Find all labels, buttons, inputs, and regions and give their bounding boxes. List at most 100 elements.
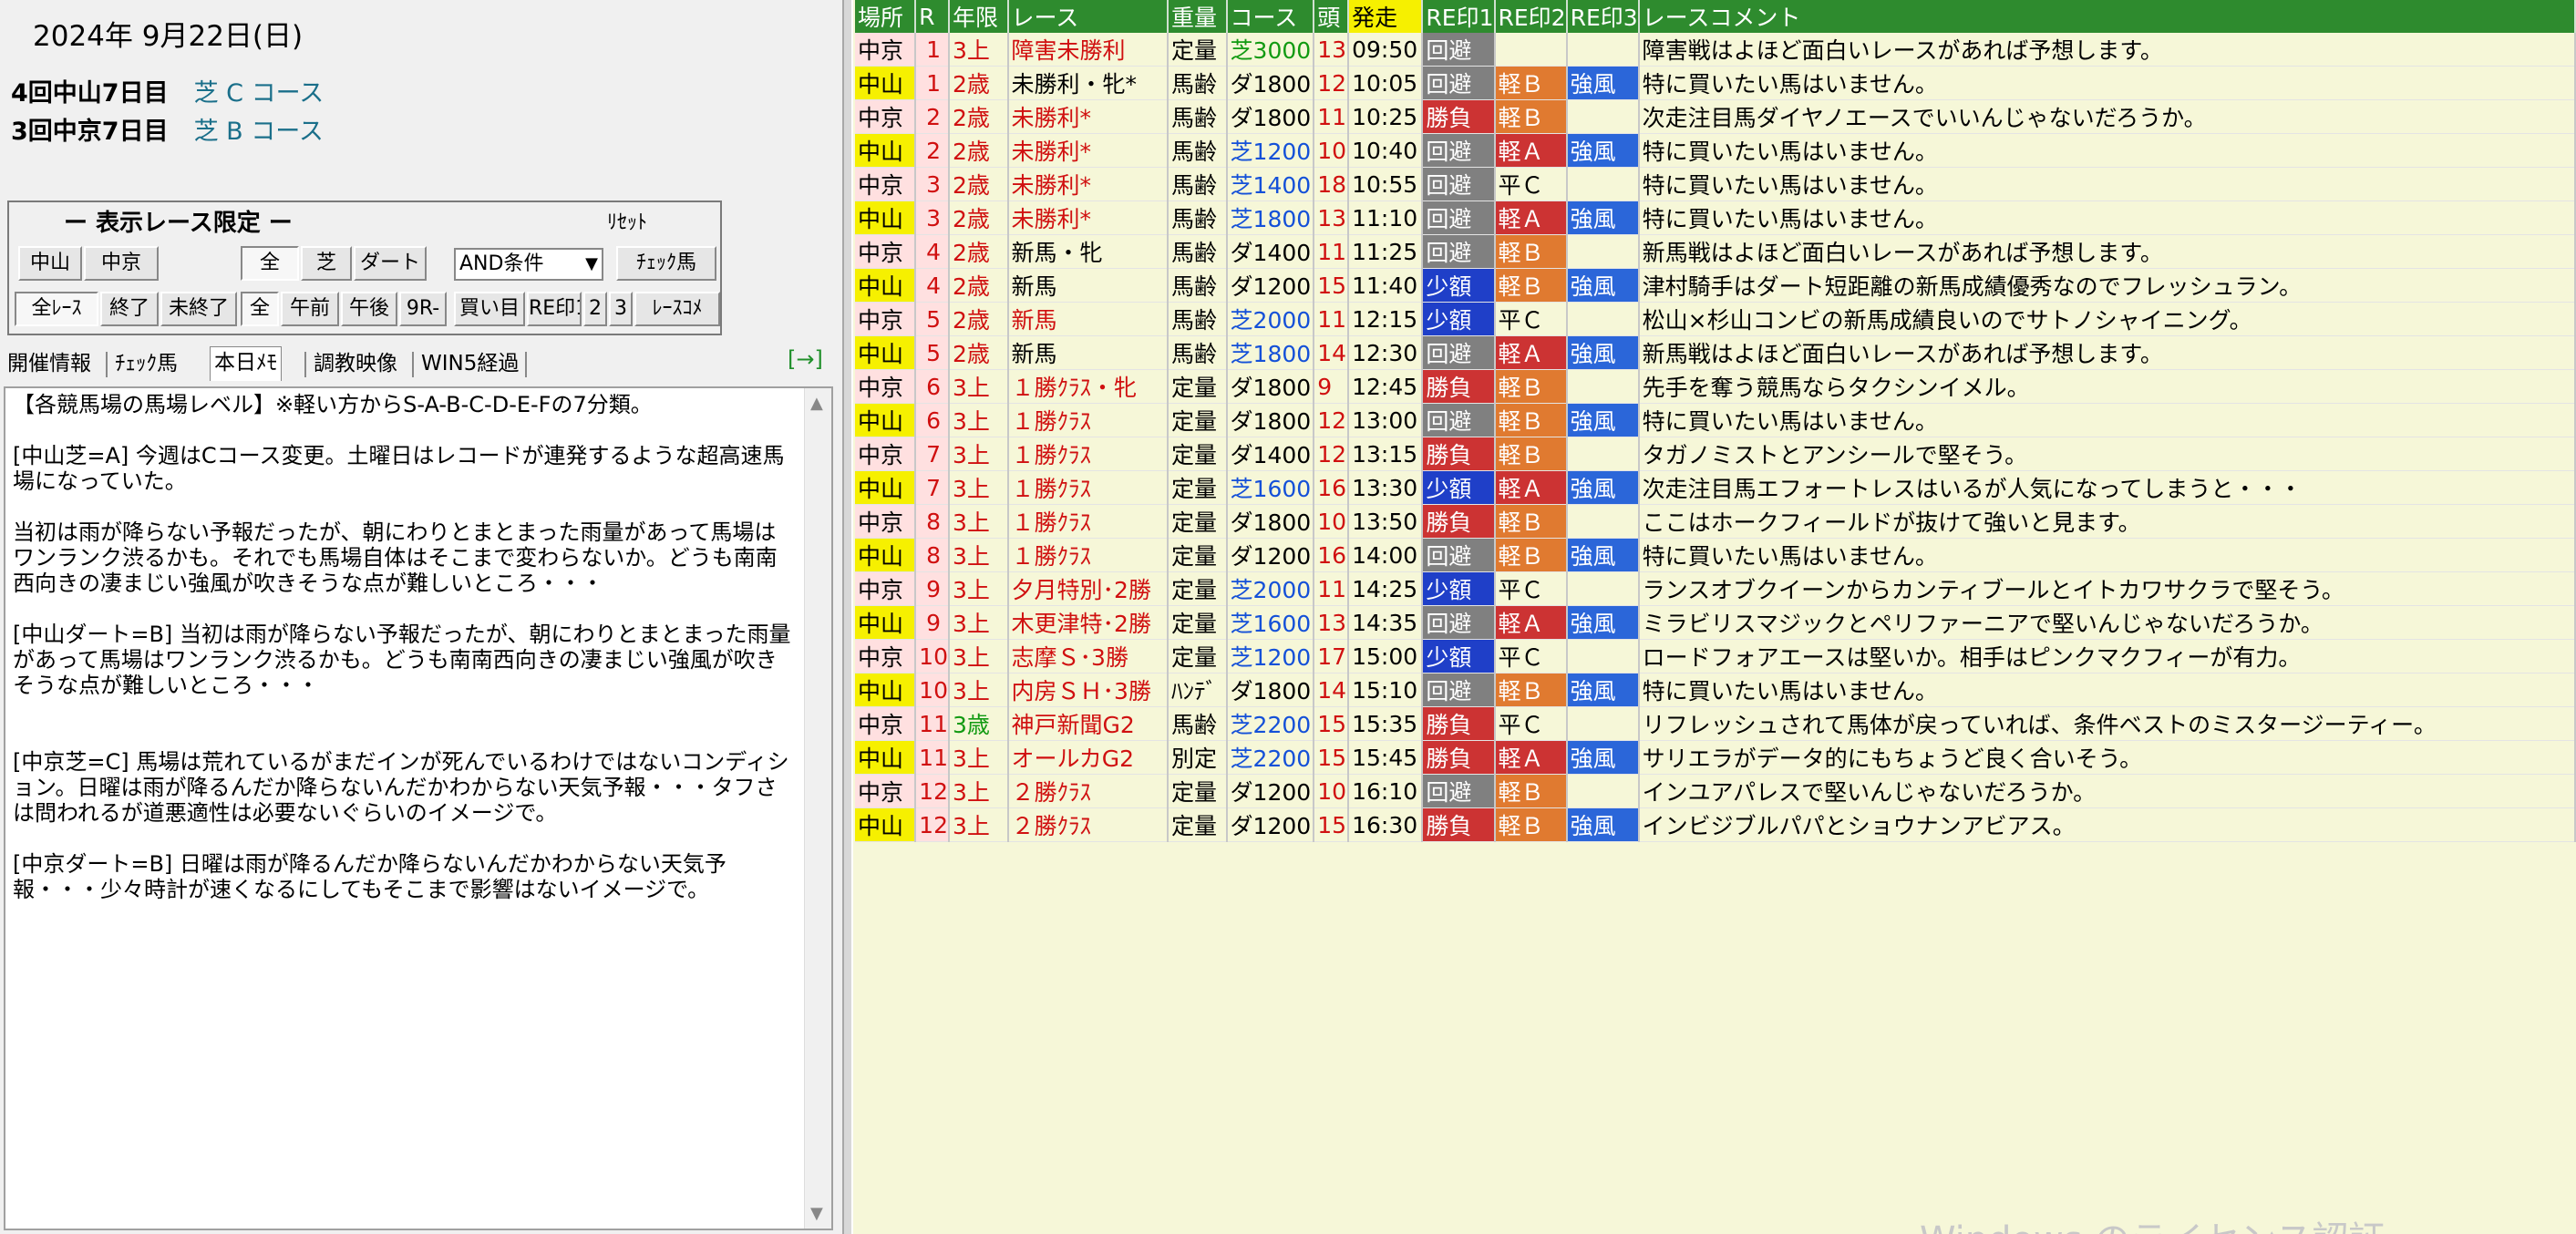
place-cell[interactable]: 中山 <box>855 403 917 437</box>
heads-cell[interactable]: 11 <box>1314 571 1350 606</box>
race-name-cell[interactable]: 新馬 <box>1007 268 1169 303</box>
course-cell[interactable]: ダ1200 <box>1226 538 1315 572</box>
age-cell[interactable]: 2歳 <box>948 66 1009 100</box>
table-row[interactable]: 中京 7 3上 １勝ｸﾗｽ 定量 ダ1400 12 13:15 勝負 軽Ｂ タガノミストとアンシール… <box>855 437 2576 471</box>
mark1-cell[interactable]: 回避 <box>1422 538 1496 572</box>
mark2-button[interactable]: 2 <box>583 292 607 326</box>
weight-cell[interactable]: 定量 <box>1167 538 1228 572</box>
start-time-cell[interactable]: 14:00 <box>1348 538 1424 572</box>
age-cell[interactable]: 3上 <box>948 774 1009 808</box>
filter-turf-button[interactable]: 芝 <box>301 246 352 281</box>
check-horse-button[interactable]: ﾁｪｯｸ馬 <box>616 246 716 281</box>
mark2-cell[interactable]: 軽Ｂ <box>1494 268 1568 303</box>
race-number-cell[interactable]: 6 <box>915 403 950 437</box>
column-header[interactable]: 重量 <box>1167 0 1228 33</box>
column-header[interactable]: 頭 <box>1314 0 1350 33</box>
place-cell[interactable]: 中山 <box>855 538 917 572</box>
age-cell[interactable]: 2歳 <box>948 201 1009 235</box>
place-cell[interactable]: 中京 <box>855 437 917 471</box>
age-cell[interactable]: 3上 <box>948 437 1009 471</box>
course-cell[interactable]: 芝1600 <box>1226 470 1315 505</box>
weight-cell[interactable]: 定量 <box>1167 504 1228 539</box>
start-time-cell[interactable]: 12:30 <box>1348 335 1424 370</box>
age-cell[interactable]: 2歳 <box>948 167 1009 201</box>
mark1-cell[interactable]: 回避 <box>1422 201 1496 235</box>
course-cell[interactable]: ダ1800 <box>1226 99 1315 134</box>
race-number-cell[interactable]: 3 <box>915 167 950 201</box>
mark2-cell[interactable]: 軽Ａ <box>1494 605 1568 640</box>
age-cell[interactable]: 2歳 <box>948 234 1009 269</box>
mark3-cell[interactable] <box>1566 639 1640 674</box>
age-cell[interactable]: 3歳 <box>948 706 1009 741</box>
race-comment-cell[interactable]: 津村騎手はダート短距離の新馬成績優秀なのでフレッシュラン。 <box>1638 268 2576 303</box>
mark2-cell[interactable]: 平Ｃ <box>1494 167 1568 201</box>
mark3-cell[interactable]: 強風 <box>1566 201 1640 235</box>
race-comment-cell[interactable]: ここはホークフィールドが抜けて強いと見ます。 <box>1638 504 2576 539</box>
start-time-cell[interactable]: 10:55 <box>1348 167 1424 201</box>
place-cell[interactable]: 中京 <box>855 302 917 336</box>
weight-cell[interactable]: 馬齢 <box>1167 133 1228 168</box>
weight-cell[interactable]: 定量 <box>1167 639 1228 674</box>
heads-cell[interactable]: 10 <box>1314 774 1350 808</box>
place-cell[interactable]: 中京 <box>855 504 917 539</box>
place-cell[interactable]: 中山 <box>855 133 917 168</box>
mark1-cell[interactable]: 回避 <box>1422 234 1496 269</box>
race-number-cell[interactable]: 5 <box>915 335 950 370</box>
race-name-cell[interactable]: 障害未勝利 <box>1007 33 1169 67</box>
age-cell[interactable]: 3上 <box>948 504 1009 539</box>
weight-cell[interactable]: 馬齢 <box>1167 99 1228 134</box>
mark2-cell[interactable]: 平Ｃ <box>1494 302 1568 336</box>
start-time-cell[interactable]: 13:30 <box>1348 470 1424 505</box>
race-number-cell[interactable]: 7 <box>915 470 950 505</box>
course-cell[interactable]: ダ1200 <box>1226 774 1315 808</box>
table-row[interactable]: 中山 7 3上 １勝ｸﾗｽ 定量 芝1600 16 13:30 少額 軽Ａ 強風 次走注目馬エフォート… <box>855 470 2576 505</box>
mark3-cell[interactable]: 強風 <box>1566 470 1640 505</box>
weight-cell[interactable]: 定量 <box>1167 403 1228 437</box>
race-number-cell[interactable]: 3 <box>915 201 950 235</box>
mark3-cell[interactable] <box>1566 99 1640 134</box>
mark1-button[interactable]: RE印1 <box>527 292 582 326</box>
course-cell[interactable]: ダ1800 <box>1226 369 1315 404</box>
race-name-cell[interactable]: 内房ＳＨ･3勝 <box>1007 673 1169 707</box>
heads-cell[interactable]: 17 <box>1314 639 1350 674</box>
mark3-cell[interactable] <box>1566 774 1640 808</box>
race-number-cell[interactable]: 4 <box>915 234 950 269</box>
weight-cell[interactable]: 定量 <box>1167 571 1228 606</box>
race9-plus-button[interactable]: 9R- <box>399 292 447 326</box>
start-time-cell[interactable]: 12:15 <box>1348 302 1424 336</box>
start-time-cell[interactable]: 13:15 <box>1348 437 1424 471</box>
mark3-button[interactable]: 3 <box>609 292 633 326</box>
race-name-cell[interactable]: ２勝ｸﾗｽ <box>1007 807 1169 842</box>
course-cell[interactable]: 芝2200 <box>1226 706 1315 741</box>
race-comment-cell[interactable]: 特に買いたい馬はいません。 <box>1638 201 2576 235</box>
table-row[interactable]: 中京 10 3上 志摩Ｓ･3勝 定量 芝1200 17 15:00 少額 平Ｃ ロードフォアエースは… <box>855 639 2576 674</box>
race-number-cell[interactable]: 1 <box>915 66 950 100</box>
place-cell[interactable]: 中山 <box>855 807 917 842</box>
heads-cell[interactable]: 16 <box>1314 538 1350 572</box>
race-number-cell[interactable]: 8 <box>915 538 950 572</box>
weight-cell[interactable]: 馬齢 <box>1167 167 1228 201</box>
scroll-down-icon[interactable]: ▼ <box>810 1204 823 1223</box>
course-cell[interactable]: 芝2000 <box>1226 571 1315 606</box>
mark3-cell[interactable] <box>1566 33 1640 67</box>
table-row[interactable]: 中京 6 3上 １勝ｸﾗｽ・牝 定量 ダ1800 9 12:45 勝負 軽Ｂ 先手を奪う競馬ならタク… <box>855 369 2576 404</box>
table-row[interactable]: 中京 8 3上 １勝ｸﾗｽ 定量 ダ1800 10 13:50 勝負 軽Ｂ ここはホークフィールドが… <box>855 504 2576 539</box>
mark2-cell[interactable]: 軽Ａ <box>1494 740 1568 775</box>
venue-row-chukyo[interactable]: 3回中京7日目芝 B コース <box>11 111 324 147</box>
mark1-cell[interactable]: 回避 <box>1422 774 1496 808</box>
weight-cell[interactable]: 定量 <box>1167 470 1228 505</box>
condition-select[interactable]: AND条件 ▼ <box>454 248 603 281</box>
mark3-cell[interactable] <box>1566 571 1640 606</box>
mark2-cell[interactable]: 軽Ｂ <box>1494 504 1568 539</box>
mark3-cell[interactable]: 強風 <box>1566 740 1640 775</box>
table-row[interactable]: 中山 8 3上 １勝ｸﾗｽ 定量 ダ1200 16 14:00 回避 軽Ｂ 強風 特に買いたい馬はいま… <box>855 538 2576 572</box>
finished-button[interactable]: 終了 <box>100 292 159 326</box>
mark1-cell[interactable]: 勝負 <box>1422 369 1496 404</box>
mark3-cell[interactable] <box>1566 437 1640 471</box>
mark2-cell[interactable]: 軽Ａ <box>1494 133 1568 168</box>
mark2-cell[interactable]: 軽Ｂ <box>1494 369 1568 404</box>
column-header[interactable]: レースコメント <box>1638 0 2576 33</box>
course-cell[interactable]: ダ1800 <box>1226 673 1315 707</box>
course-cell[interactable]: 芝1800 <box>1226 335 1315 370</box>
mark3-cell[interactable]: 強風 <box>1566 538 1640 572</box>
